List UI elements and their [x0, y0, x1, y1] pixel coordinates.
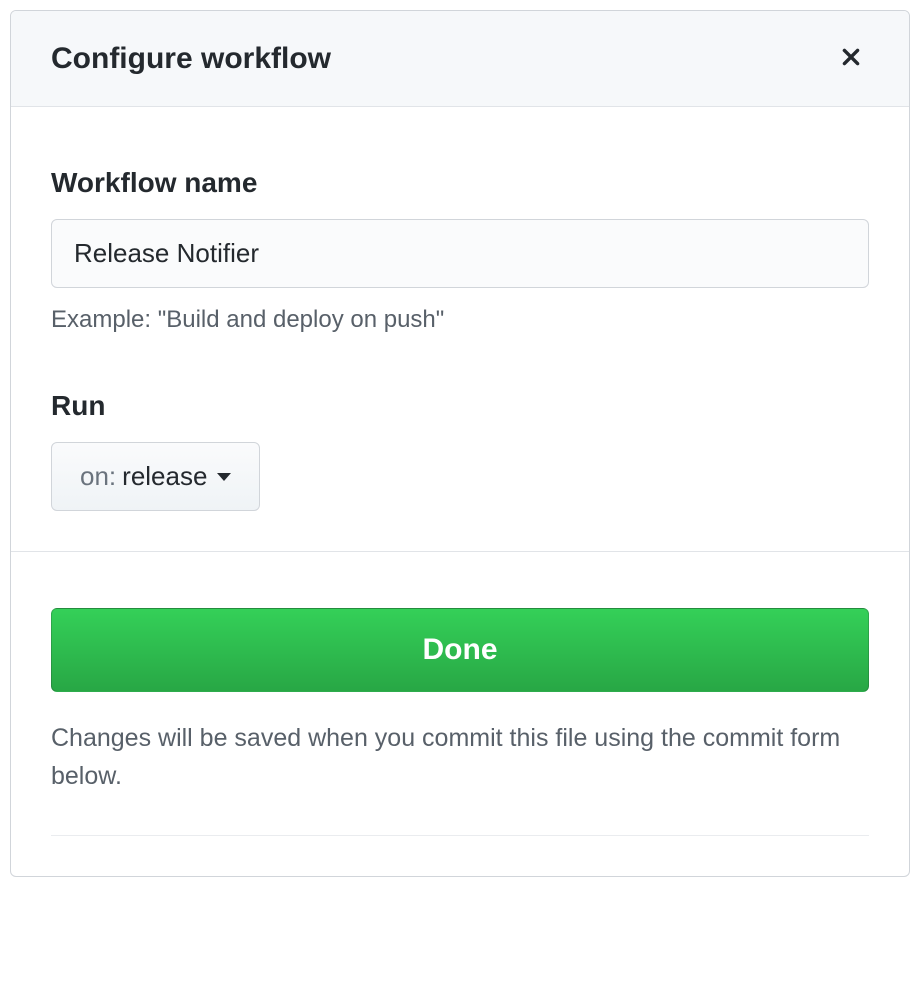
close-button[interactable] — [833, 39, 869, 78]
modal-body: Workflow name Example: "Build and deploy… — [11, 107, 909, 552]
run-trigger-dropdown[interactable]: on: release — [51, 442, 260, 511]
modal-title: Configure workflow — [51, 42, 331, 76]
footer-help-text: Changes will be saved when you commit th… — [51, 720, 869, 836]
caret-down-icon — [217, 473, 231, 481]
workflow-name-label: Workflow name — [51, 167, 869, 199]
modal-header: Configure workflow — [11, 11, 909, 107]
close-icon — [837, 43, 865, 74]
modal-footer: Done Changes will be saved when you comm… — [11, 552, 909, 876]
workflow-name-input[interactable] — [51, 219, 869, 288]
run-on-value: release — [122, 461, 207, 492]
workflow-name-example: Example: "Build and deploy on push" — [51, 306, 869, 334]
configure-workflow-modal: Configure workflow Workflow name Example… — [10, 10, 910, 877]
run-on-prefix: on: — [80, 461, 116, 492]
run-section: Run on: release — [51, 390, 869, 511]
run-label: Run — [51, 390, 869, 422]
done-button[interactable]: Done — [51, 608, 869, 692]
